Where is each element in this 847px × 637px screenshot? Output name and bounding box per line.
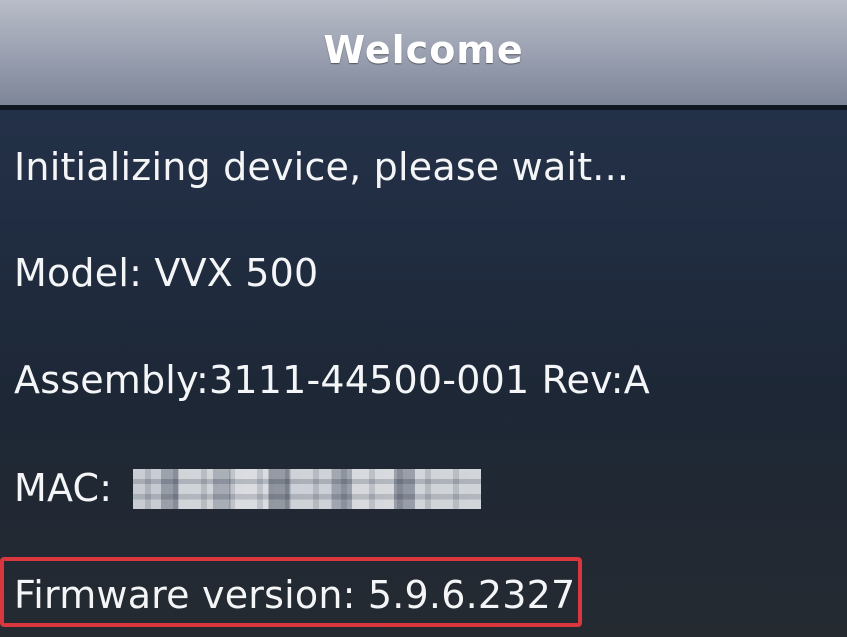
- title-bar: Welcome: [0, 0, 847, 110]
- model-text: Model: VVX 500: [14, 251, 319, 295]
- window-title: Welcome: [323, 27, 524, 72]
- firmware-highlight-box: [0, 557, 582, 627]
- welcome-screen: Welcome Initializing device, please wait…: [0, 0, 847, 637]
- mac-address-redacted: [132, 469, 481, 509]
- assembly-text: Assembly:3111-44500-001 Rev:A: [14, 358, 650, 402]
- initializing-status-text: Initializing device, please wait...: [14, 145, 630, 189]
- mac-label: MAC:: [14, 466, 113, 510]
- mac-row: MAC:: [14, 466, 481, 510]
